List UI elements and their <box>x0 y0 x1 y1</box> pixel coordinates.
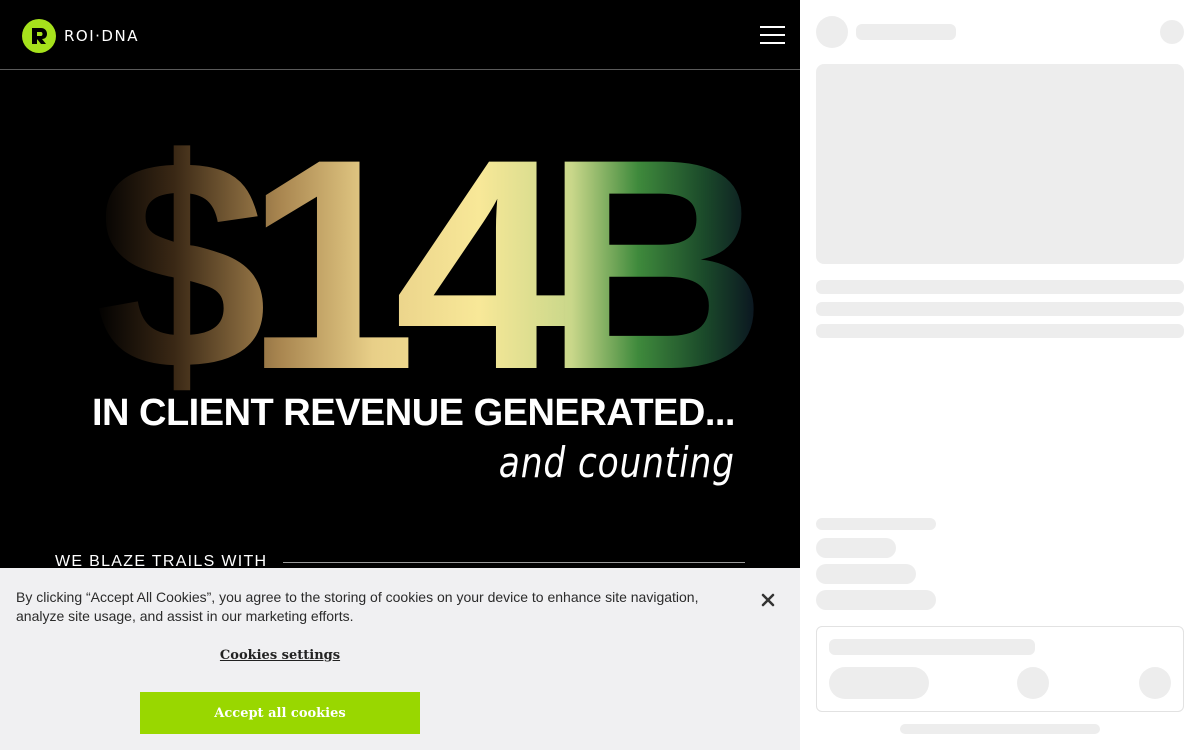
skeleton-avatar <box>816 16 848 48</box>
skeleton-pill <box>816 564 916 584</box>
stat-text: $14B <box>95 96 757 400</box>
close-icon[interactable] <box>758 590 778 610</box>
hero-script-line: and counting <box>498 438 735 487</box>
site-header: ROI·DNA <box>0 0 800 70</box>
skeleton-line <box>900 724 1100 734</box>
skeleton-line <box>816 280 1184 294</box>
loading-skeleton-panel <box>800 0 1200 750</box>
skeleton-image <box>816 64 1184 264</box>
skeleton-button <box>829 667 929 699</box>
skeleton-icon <box>1017 667 1049 699</box>
roi-dna-logo-icon <box>22 19 56 53</box>
skeleton-title <box>856 24 956 40</box>
hero-stat: $14B <box>95 96 779 400</box>
divider <box>283 561 745 563</box>
skeleton-icon <box>1139 667 1171 699</box>
skeleton-line <box>816 518 936 530</box>
site-logo[interactable]: ROI·DNA <box>22 19 139 53</box>
hamburger-menu-icon[interactable] <box>760 26 785 44</box>
skeleton-line <box>816 324 1184 338</box>
skeleton-line <box>829 639 1035 655</box>
cookie-banner: By clicking “Accept All Cookies”, you ag… <box>0 568 800 750</box>
hero-headline: IN CLIENT REVENUE GENERATED... <box>91 392 736 434</box>
skeleton-card <box>816 626 1184 712</box>
accept-all-cookies-button[interactable]: Accept all cookies <box>140 692 420 734</box>
skeleton-pill <box>816 590 936 610</box>
skeleton-pill <box>816 538 896 558</box>
skeleton-icon <box>1160 20 1184 44</box>
logo-text: ROI·DNA <box>64 27 139 45</box>
website-panel: ROI·DNA $14B IN CLIENT REVENUE GENERATED… <box>0 0 800 750</box>
skeleton-line <box>816 302 1184 316</box>
cookies-settings-link[interactable]: Cookies settings <box>140 648 420 663</box>
cookie-message: By clicking “Accept All Cookies”, you ag… <box>16 589 699 624</box>
